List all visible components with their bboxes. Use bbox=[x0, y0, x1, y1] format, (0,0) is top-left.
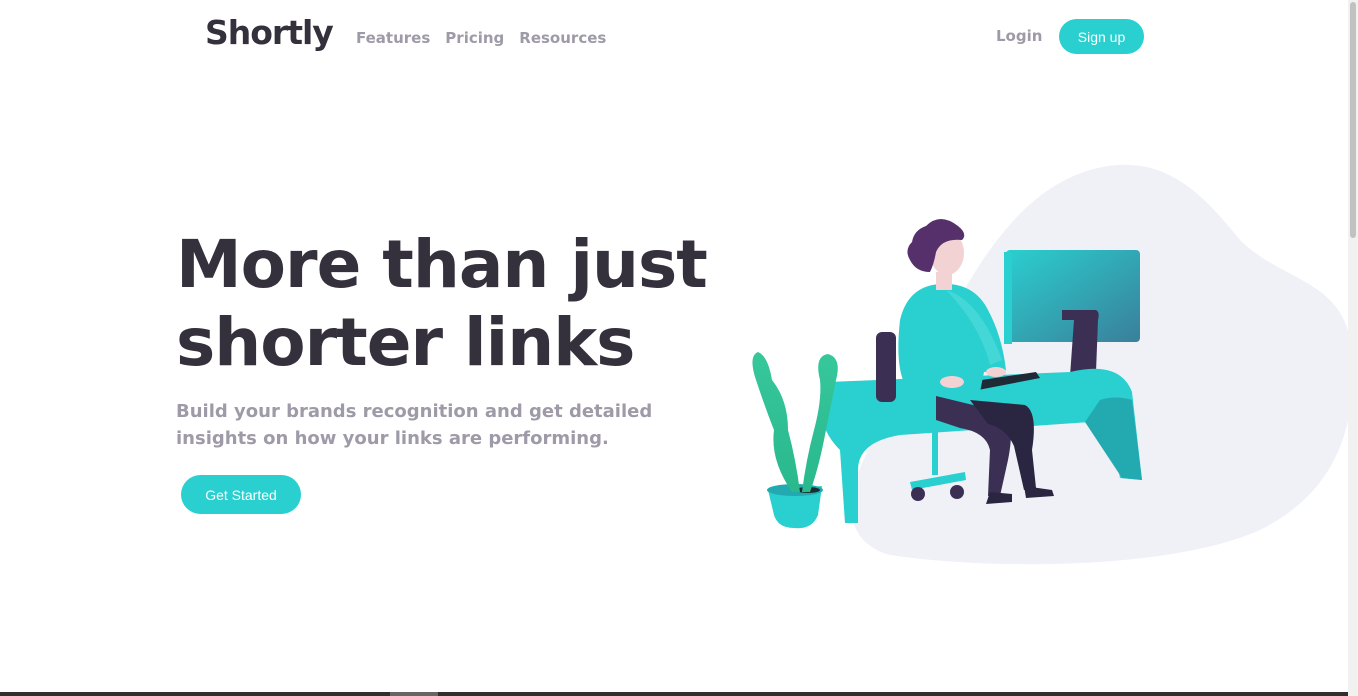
hero-title-line-1: More than just bbox=[176, 226, 708, 303]
bottom-edge-strip bbox=[0, 692, 1348, 696]
nav-link-features[interactable]: Features bbox=[356, 29, 430, 47]
hero-title-line-2: shorter links bbox=[176, 304, 635, 381]
vertical-scrollbar[interactable] bbox=[1348, 0, 1358, 696]
person-working-illustration bbox=[740, 160, 1353, 570]
nav-links: Features Pricing Resources bbox=[356, 29, 606, 47]
logo[interactable]: Shortly bbox=[205, 13, 334, 52]
get-started-button[interactable]: Get Started bbox=[181, 475, 301, 514]
bottom-edge-segment bbox=[390, 692, 438, 696]
nav-link-pricing[interactable]: Pricing bbox=[445, 29, 504, 47]
hero-title: More than just shorter links bbox=[176, 226, 736, 382]
monitor bbox=[1006, 250, 1140, 342]
scrollbar-thumb[interactable] bbox=[1350, 2, 1356, 238]
plant-leaf bbox=[752, 352, 800, 492]
nav-link-resources[interactable]: Resources bbox=[519, 29, 606, 47]
login-link[interactable]: Login bbox=[996, 27, 1042, 45]
signup-button[interactable]: Sign up bbox=[1059, 19, 1144, 54]
chair-back bbox=[876, 332, 896, 402]
top-navigation: Shortly Features Pricing Resources Login… bbox=[0, 0, 1348, 72]
hero-subtitle: Build your brands recognition and get de… bbox=[176, 401, 653, 449]
